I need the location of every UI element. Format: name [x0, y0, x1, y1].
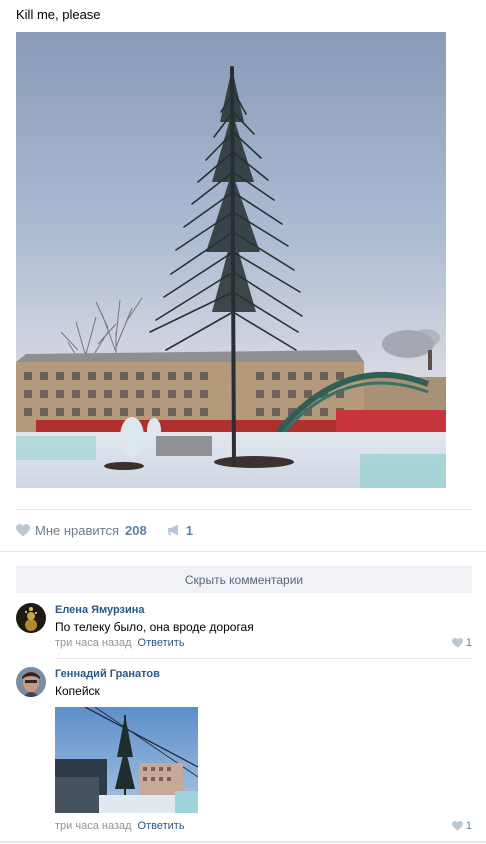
heart-icon: [16, 523, 30, 536]
heart-icon: [451, 638, 463, 648]
reply-button[interactable]: Ответить: [138, 820, 185, 832]
like-button[interactable]: Мне нравится 208: [16, 523, 147, 538]
comment-divider: [55, 658, 472, 659]
share-button[interactable]: 1: [167, 523, 193, 538]
comment-text: По телеку было, она вроде дорогая: [55, 620, 254, 634]
post-text: Kill me, please: [16, 7, 101, 22]
comment-time[interactable]: три часа назад: [55, 820, 132, 832]
bottom-border: [0, 841, 486, 843]
comment-photo[interactable]: [55, 707, 198, 813]
actions-divider: [0, 551, 486, 552]
comment-author[interactable]: Геннадий Гранатов: [55, 668, 160, 680]
comment-like-count: 1: [465, 820, 472, 832]
share-count: 1: [185, 522, 193, 538]
comment-time[interactable]: три часа назад: [55, 637, 132, 649]
comment-like-count: 1: [465, 637, 472, 649]
comment-author[interactable]: Елена Ямурзина: [55, 604, 145, 616]
like-count: 208: [125, 522, 147, 538]
comment-meta: три часа назад Ответить: [55, 820, 185, 832]
post-divider: [16, 509, 472, 510]
megaphone-icon: [167, 524, 178, 536]
post-photo[interactable]: [16, 32, 446, 488]
comment-like-button[interactable]: 1: [451, 820, 472, 832]
comment-text: Копейск: [55, 684, 100, 698]
heart-icon: [451, 821, 463, 831]
comment-like-button[interactable]: 1: [451, 637, 472, 649]
comment-meta: три часа назад Ответить: [55, 637, 185, 649]
comment: Геннадий Гранатов Копейск три часа назад…: [16, 667, 472, 837]
reply-button[interactable]: Ответить: [138, 637, 185, 649]
hide-comments-button[interactable]: Скрыть комментарии: [16, 566, 472, 593]
comment: Елена Ямурзина По телеку было, она вроде…: [16, 603, 472, 653]
post-actions: Мне нравится 208 1: [16, 521, 193, 539]
like-label: Мне нравится: [35, 522, 120, 538]
avatar[interactable]: [16, 667, 46, 697]
avatar[interactable]: [16, 603, 46, 633]
